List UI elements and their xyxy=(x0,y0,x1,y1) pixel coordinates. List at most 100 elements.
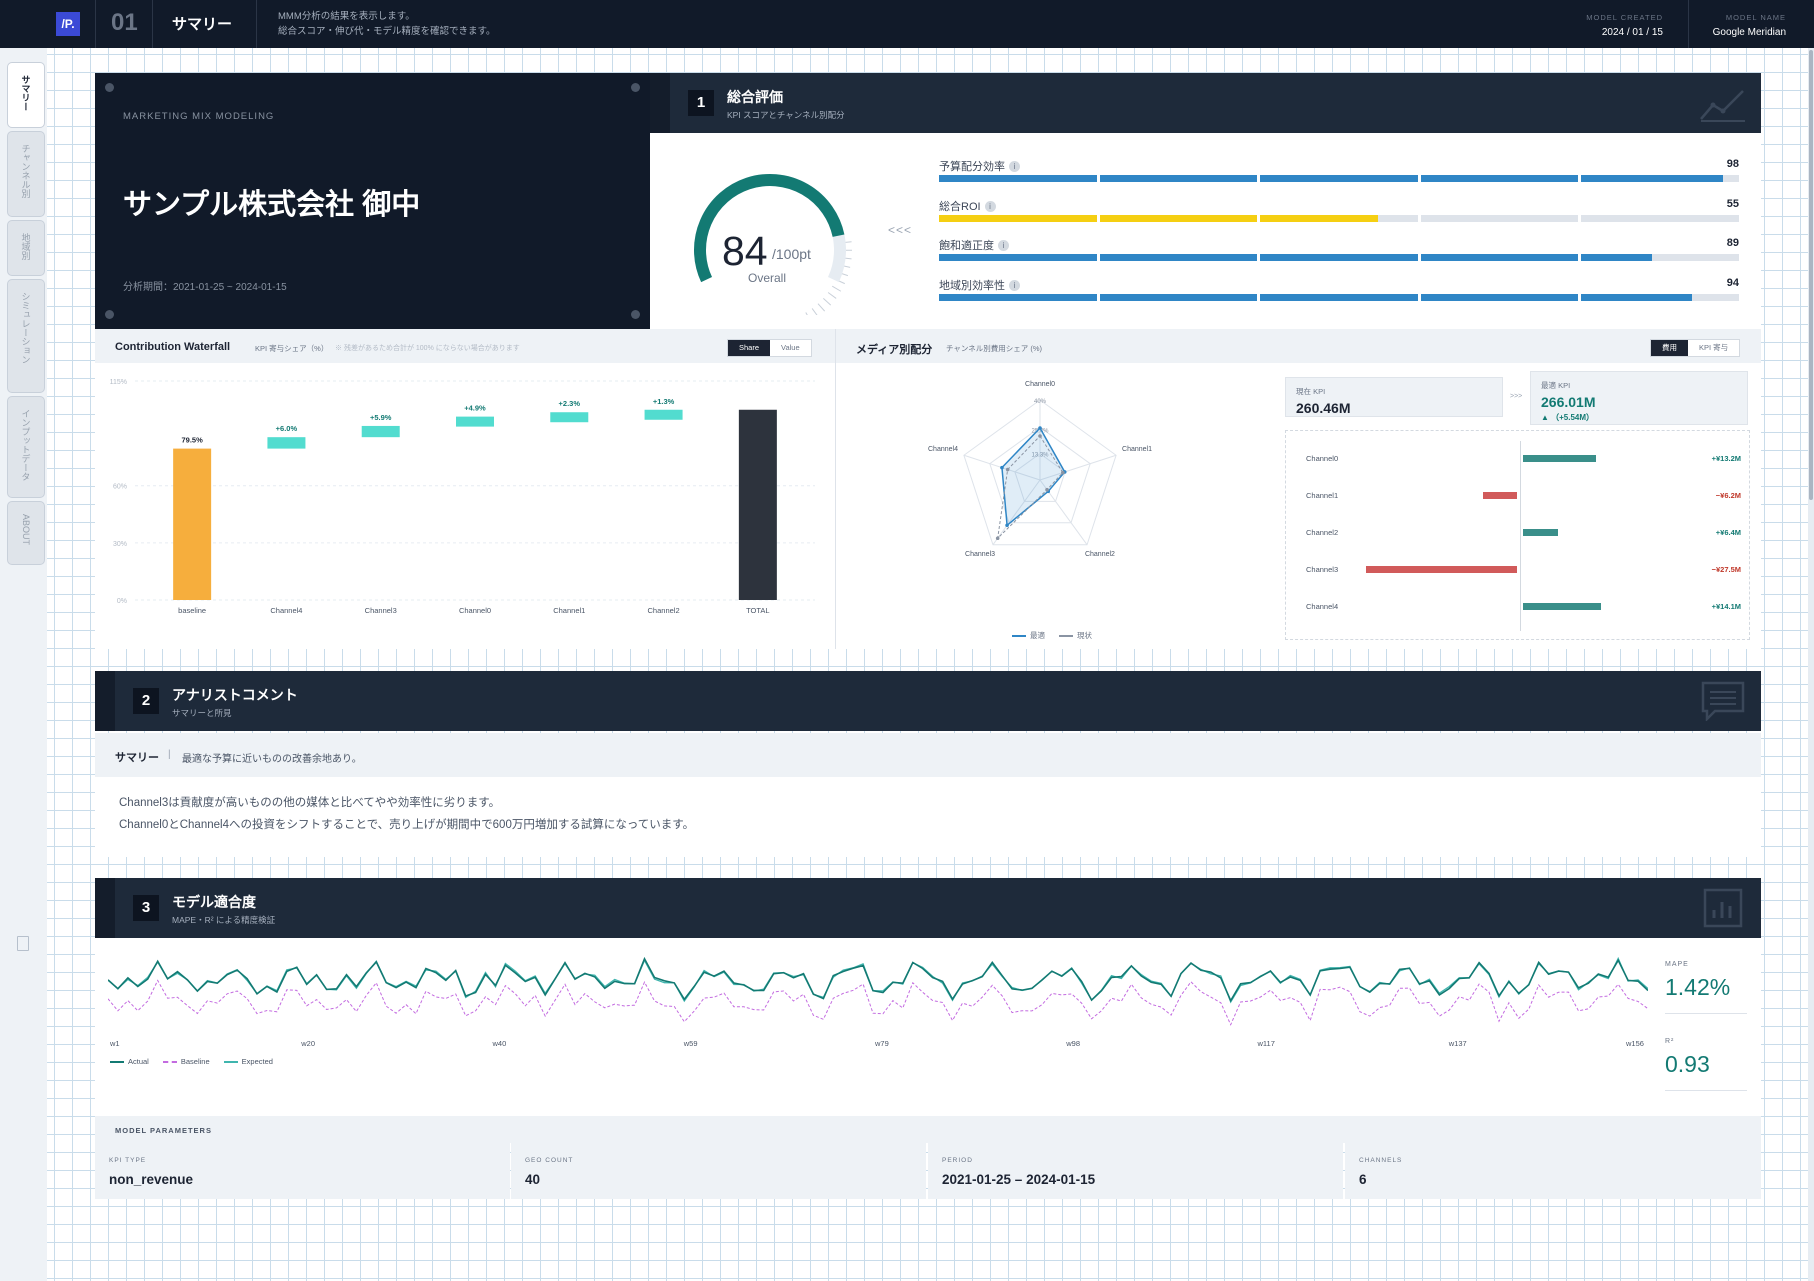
metric-label: 飽和適正度 i xyxy=(939,237,1009,253)
gauge-tick xyxy=(817,303,826,312)
channel-name: Channel4 xyxy=(1306,602,1339,611)
metric-bar-segment xyxy=(1099,294,1258,301)
r2-label: R² xyxy=(1665,1038,1675,1045)
metric-bar-segment xyxy=(939,215,1097,222)
scrollbar-thumb[interactable] xyxy=(1809,50,1813,500)
radar-axis-label: Channel2 xyxy=(1085,551,1115,558)
media-title: メディア別配分 xyxy=(856,344,933,356)
x-tick-label: Channel1 xyxy=(553,606,585,615)
sidebar-tab-simulation[interactable]: シミュレーション xyxy=(7,279,45,393)
metric-label: 予算配分効率 i xyxy=(939,158,1020,174)
cost-toggle[interactable]: 費用 xyxy=(1651,340,1688,356)
metric-bar-fill xyxy=(939,294,1097,301)
share-toggle[interactable]: Share xyxy=(728,340,771,356)
metric-bar-fill xyxy=(939,215,1097,222)
kpi-contribution-toggle[interactable]: KPI 寄与 xyxy=(1688,340,1739,356)
media-header: メディア別配分 チャンネル別費用シェア (%) 費用 KPI 寄与 xyxy=(836,329,1761,363)
hero-kicker: MARKETING MIX MODELING xyxy=(123,111,275,122)
bar-chart-icon xyxy=(1703,888,1743,928)
budget-change-value: −¥27.5M xyxy=(1711,565,1741,574)
metric-bar-fill xyxy=(1420,294,1579,301)
x-tick-label: Channel2 xyxy=(648,606,680,615)
param-value: 6 xyxy=(1359,1172,1367,1187)
hero-card: MARKETING MIX MODELING サンプル株式会社 御中 分析期間：… xyxy=(95,73,650,329)
info-icon[interactable]: i xyxy=(984,201,996,212)
share-value-toggle: Share Value xyxy=(727,339,812,357)
divider xyxy=(1688,0,1689,48)
metric-bar-segment xyxy=(939,175,1097,182)
metric-bar-segment xyxy=(1099,215,1258,222)
metric-bar-fill xyxy=(1099,254,1258,261)
metric-label-text: 飽和適正度 xyxy=(939,240,994,252)
radar-axis-label: Channel3 xyxy=(965,551,995,558)
legend-baseline-label: Baseline xyxy=(180,1057,210,1066)
x-tick-label: Channel3 xyxy=(365,606,397,615)
budget-change-bar[interactable] xyxy=(1482,492,1517,499)
info-icon[interactable]: i xyxy=(1009,161,1020,172)
value-toggle[interactable]: Value xyxy=(770,340,811,356)
metric-bar-fill xyxy=(1420,254,1579,261)
x-tick-label: TOTAL xyxy=(746,606,769,615)
analysis-period: 分析期間：2021-01-25 ~ 2024-01-15 xyxy=(123,282,287,293)
waterfall-bar[interactable] xyxy=(456,416,494,427)
model-created-value: 2024 / 01 / 15 xyxy=(1601,27,1663,38)
sidebar-tab-summary[interactable]: サマリー xyxy=(7,62,45,128)
metric-bar-fill xyxy=(1260,294,1418,301)
fit-legend: Actual Baseline Expected xyxy=(110,1057,273,1066)
model-created-label: MODEL CREATED xyxy=(1586,13,1663,22)
page-title: サマリー xyxy=(172,16,233,33)
info-icon[interactable]: i xyxy=(1009,280,1020,291)
param-label: PERIOD xyxy=(942,1157,973,1164)
metric-bar-fill xyxy=(939,254,1097,261)
gauge-tick xyxy=(811,308,818,315)
radar-point xyxy=(1005,523,1009,528)
metric-label-text: 予算配分効率 xyxy=(939,161,1005,173)
document-icon[interactable] xyxy=(17,936,29,951)
waterfall-bar[interactable] xyxy=(173,448,212,600)
score-label: Overall xyxy=(748,271,787,285)
waterfall-bar[interactable] xyxy=(361,425,400,438)
model-fit-chart xyxy=(108,956,1648,1026)
param-channels: CHANNELS 6 xyxy=(1345,1143,1761,1199)
metric-bar-segment xyxy=(1260,294,1418,301)
sidebar-tab-channel[interactable]: チャンネル別 xyxy=(7,131,45,217)
data-label: +2.3% xyxy=(559,399,581,408)
client-name: サンプル株式会社 御中 xyxy=(123,189,421,221)
x-tick-label: w1 xyxy=(110,1039,120,1048)
metric-label-text: 地域別効率性 xyxy=(939,280,1005,292)
waterfall-bar[interactable] xyxy=(738,409,777,600)
metric-bar-fill xyxy=(1581,294,1692,301)
radar-point xyxy=(1061,470,1065,475)
top-bar: /P. 01 サマリー MMM分析の結果を表示します。 総合スコア・伸び代・モデ… xyxy=(0,0,1814,48)
metric-bar-segment xyxy=(1260,175,1418,182)
metric-bar-fill xyxy=(1260,254,1418,261)
radar-legend: 最適 現状 xyxy=(1012,630,1092,641)
metric-bar-segment xyxy=(1099,175,1258,182)
channel-name: Channel0 xyxy=(1306,454,1339,463)
analyst-comments: Channel3は貢献度が高いものの他の媒体と比べてやや効率性に劣ります。 Ch… xyxy=(95,777,1761,857)
param-label: GEO COUNT xyxy=(525,1157,574,1164)
waterfall-bar[interactable] xyxy=(644,409,683,420)
sidebar-tab-input-data[interactable]: インプットデータ xyxy=(7,396,45,498)
param-period: PERIOD 2021-01-25 – 2024-01-15 xyxy=(928,1143,1343,1199)
corner-dot xyxy=(105,83,114,92)
mape-value: 1.42% xyxy=(1665,974,1731,1000)
info-icon[interactable]: i xyxy=(998,240,1009,251)
budget-change-bar[interactable] xyxy=(1523,455,1596,462)
sidebar-tab-region[interactable]: 地域別 xyxy=(7,220,45,276)
budget-change-row: Channel3 −¥27.5M xyxy=(1286,562,1749,580)
metric-row: 飽和適正度 i 89 xyxy=(939,237,1739,267)
app-logo[interactable]: /P. xyxy=(56,12,80,36)
metric-bar-segment xyxy=(1260,254,1418,261)
radar-point xyxy=(1038,426,1042,430)
waterfall-bar[interactable] xyxy=(550,412,589,423)
waterfall-bar[interactable] xyxy=(267,437,306,449)
budget-change-row: Channel4 +¥14.1M xyxy=(1286,599,1749,617)
budget-change-bar[interactable] xyxy=(1523,529,1559,536)
sidebar-tab-about[interactable]: ABOUT xyxy=(7,501,45,565)
budget-change-bar[interactable] xyxy=(1523,603,1601,610)
summary-row: サマリー | 最適な予算に近いものの改善余地あり。 xyxy=(95,733,1761,777)
corner-dot xyxy=(105,310,114,319)
radar-axis-label: Channel0 xyxy=(1025,381,1055,388)
budget-change-bar[interactable] xyxy=(1365,566,1517,573)
